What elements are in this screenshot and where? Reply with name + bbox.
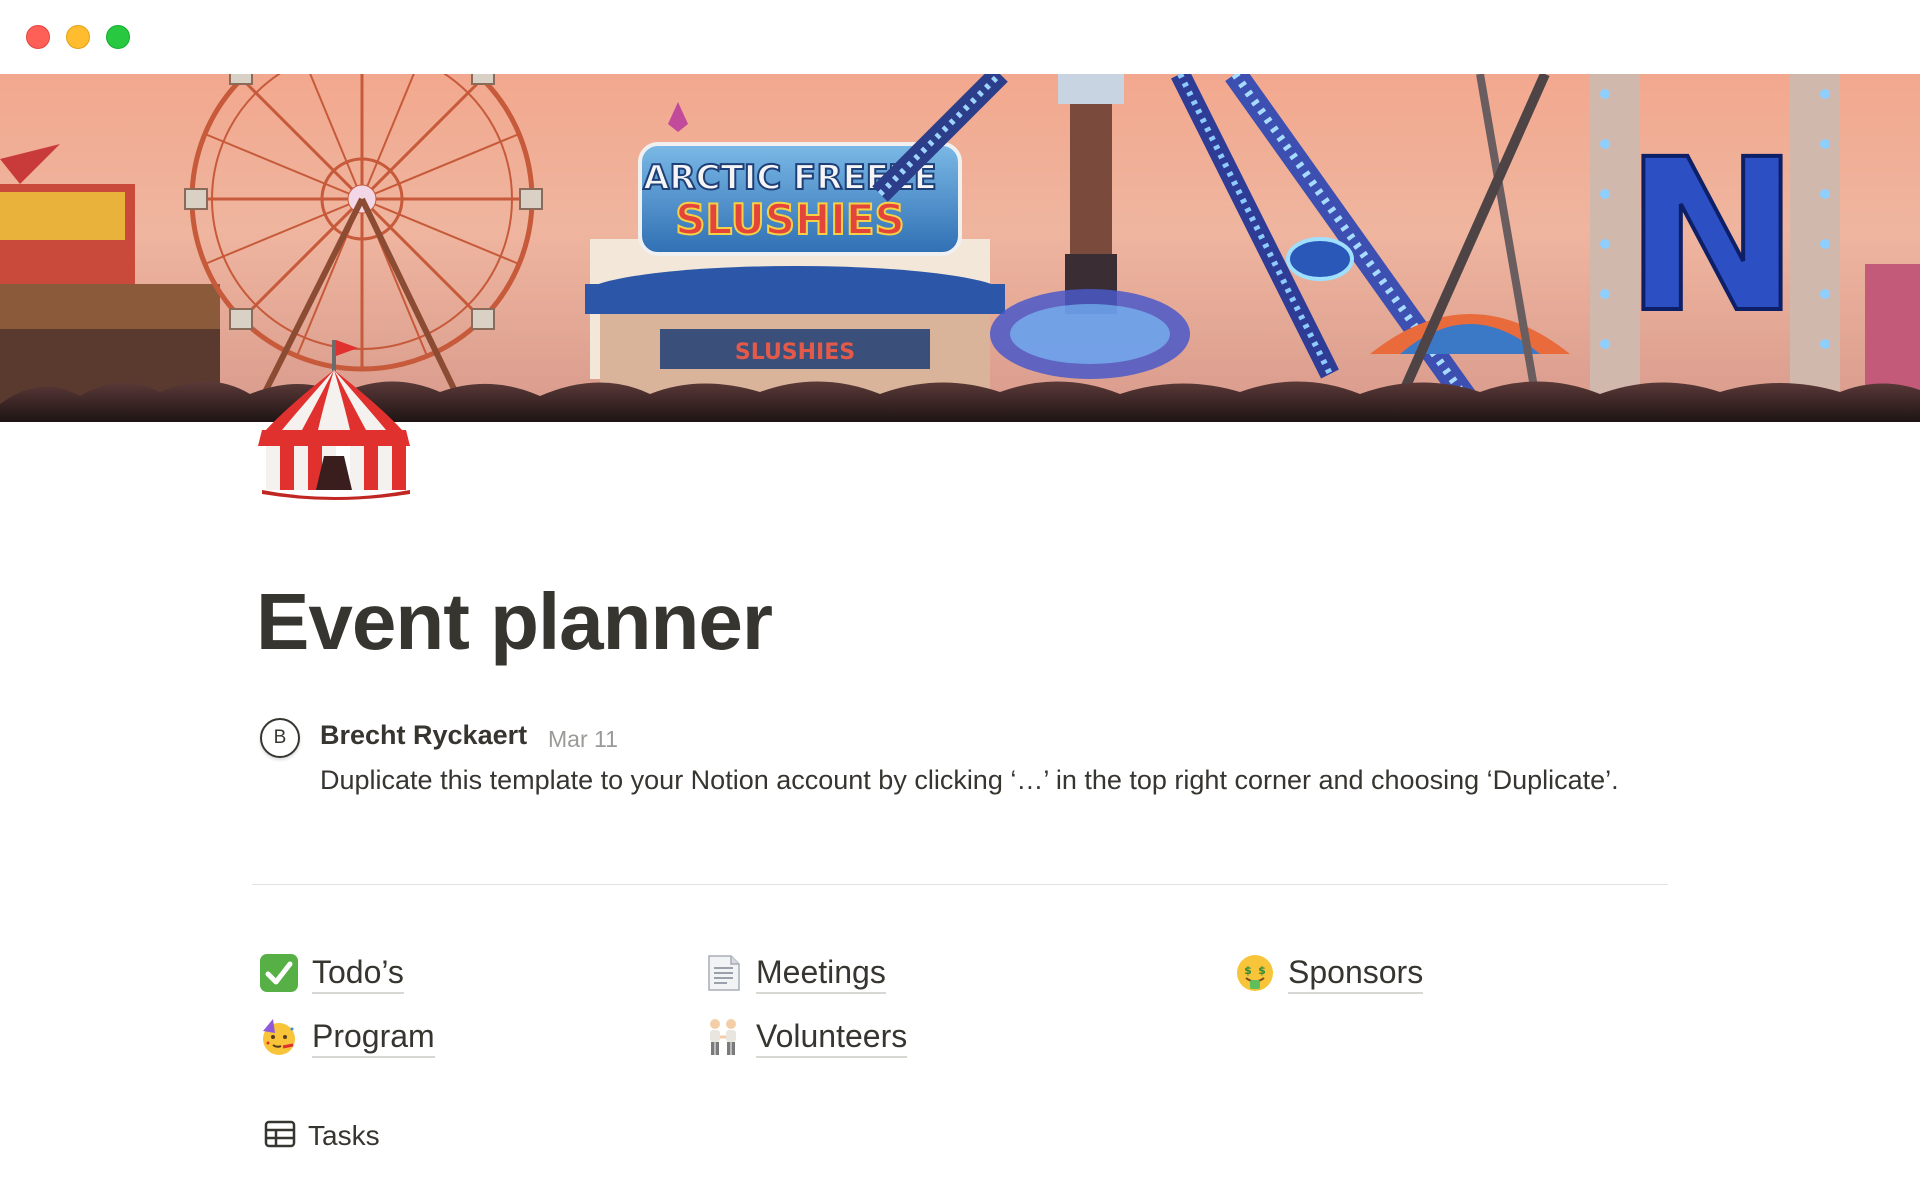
comment-text: Duplicate this template to your Notion a…	[320, 765, 1619, 795]
page-link-label[interactable]: Sponsors	[1288, 952, 1424, 994]
partying-face-icon	[258, 1016, 300, 1058]
stand-sign-small: SLUSHIES	[735, 340, 855, 365]
page-link-meetings[interactable]: Meetings	[702, 948, 886, 998]
window-title-bar	[0, 0, 1920, 74]
money-mouth-face-icon: $ $	[1234, 952, 1276, 994]
svg-text:$: $	[1258, 964, 1266, 977]
page-link-label[interactable]: Volunteers	[756, 1016, 908, 1058]
database-view-tasks[interactable]: Tasks	[264, 1116, 380, 1156]
page-title[interactable]: Event planner	[256, 572, 773, 672]
minimize-window-button[interactable]	[66, 25, 90, 49]
table-icon	[264, 1120, 296, 1153]
comment-author[interactable]: Brecht Ryckaert	[320, 720, 527, 751]
comment-date: Mar 11	[548, 726, 618, 752]
circus-tent-icon[interactable]	[258, 334, 414, 500]
cover-letter-sign: N	[1624, 114, 1800, 359]
zoom-window-button[interactable]	[106, 25, 130, 49]
page-link-todos[interactable]: Todo’s	[258, 948, 404, 998]
page-facing-up-icon	[702, 952, 744, 994]
avatar[interactable]: B	[260, 718, 300, 758]
page-link-label[interactable]: Meetings	[756, 952, 886, 994]
people-holding-hands-icon	[702, 1016, 744, 1058]
page-link-volunteers[interactable]: Volunteers	[702, 1012, 908, 1062]
divider	[252, 884, 1668, 885]
check-mark-icon	[258, 952, 300, 994]
svg-text:$: $	[1244, 964, 1252, 977]
page-link-label[interactable]: Program	[312, 1016, 435, 1058]
database-title[interactable]: Tasks	[308, 1120, 380, 1152]
stand-sign-bottom: SLUSHIES	[675, 195, 905, 244]
page-link-label[interactable]: Todo’s	[312, 952, 404, 994]
notion-window: SLUSHIES ARCTIC FREEZE SLUSHIES N Event …	[0, 0, 1920, 1200]
page-link-program[interactable]: Program	[258, 1012, 435, 1062]
close-window-button[interactable]	[26, 25, 50, 49]
page-link-sponsors[interactable]: $ $ Sponsors	[1234, 948, 1424, 998]
